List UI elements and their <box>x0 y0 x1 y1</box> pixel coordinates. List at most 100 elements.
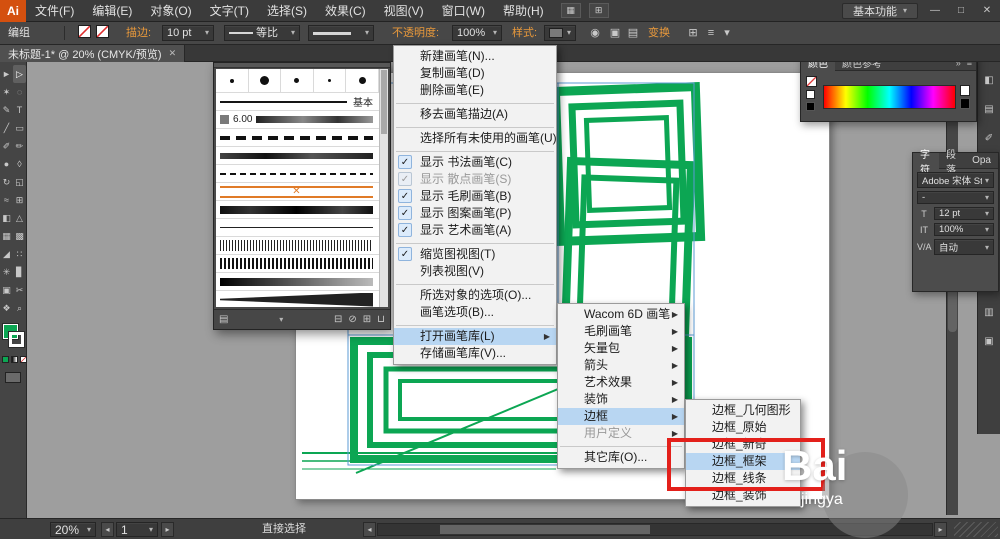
black-spectrum-swatch[interactable] <box>960 98 970 109</box>
white-spectrum-swatch[interactable] <box>960 85 970 96</box>
font-size-select[interactable]: 12 pt ▾ <box>934 207 994 220</box>
white-swatch[interactable] <box>806 90 815 99</box>
menu-item[interactable]: 矢量包 <box>558 340 684 357</box>
brush-item[interactable] <box>216 291 379 307</box>
recolor-artwork-icon[interactable]: ◉ <box>586 25 604 41</box>
opacity-select[interactable]: 100% ▾ <box>452 25 502 41</box>
brush-item[interactable] <box>216 129 379 147</box>
restore-button[interactable]: □ <box>952 3 970 18</box>
scroll-right-icon[interactable]: ▸ <box>934 522 947 537</box>
menu-item[interactable]: 显示 毛刷画笔(B) <box>394 188 556 205</box>
vertical-scale-select[interactable]: 100% ▾ <box>934 223 994 236</box>
transform-label[interactable]: 变换 <box>648 25 670 41</box>
artboards-panel-icon[interactable]: ▣ <box>981 333 997 349</box>
align-icon[interactable]: ⊞ <box>684 25 702 41</box>
brush-item-basic[interactable]: 基本 <box>216 93 379 111</box>
menu-item[interactable]: 选择所有未使用的画笔(U) <box>394 130 556 147</box>
menu-item[interactable]: 边框_原始 <box>686 419 800 436</box>
eyedropper-tool[interactable]: ◢ <box>0 245 13 263</box>
hand-tool[interactable]: ❖ <box>0 299 13 317</box>
mesh-tool[interactable]: ▦ <box>0 227 13 245</box>
graph-tool[interactable]: ▊ <box>13 263 26 281</box>
remove-brush-stroke-icon[interactable]: ⊘ <box>348 314 356 325</box>
magic-wand-tool[interactable]: ✶ <box>0 83 13 101</box>
brush-item[interactable] <box>216 201 379 219</box>
eraser-tool[interactable]: ◊ <box>13 155 26 173</box>
close-tab-icon[interactable]: ✕ <box>169 48 177 59</box>
stroke-color-well[interactable] <box>9 332 24 347</box>
document-setup-icon[interactable]: ▣ <box>606 25 624 41</box>
blend-tool[interactable]: ∷ <box>13 245 26 263</box>
direct-selection-tool[interactable]: ▷ <box>13 65 26 83</box>
menu-item[interactable]: 删除画笔(E) <box>394 82 556 99</box>
artboard-navigation-select[interactable]: 1 ▾ <box>116 522 158 537</box>
font-style-select[interactable]: - ▾ <box>917 191 994 204</box>
preferences-icon[interactable]: ▤ <box>624 25 642 41</box>
resize-grip[interactable] <box>954 522 998 537</box>
brush-item[interactable] <box>216 273 379 291</box>
zoom-level-select[interactable]: 20% ▾ <box>50 522 96 537</box>
calligraphic-brush-row[interactable] <box>216 69 379 93</box>
menu-item[interactable]: Wacom 6D 画笔 <box>558 306 684 323</box>
screen-mode-button[interactable] <box>5 372 21 383</box>
swatches-panel-icon[interactable]: ▤ <box>981 101 997 117</box>
tab-opentype[interactable]: Opa <box>965 153 998 169</box>
scale-tool[interactable]: ◱ <box>13 173 26 191</box>
workspace-switcher[interactable]: 基本功能 ▾ <box>841 2 918 19</box>
panel-drag-bar[interactable] <box>214 63 390 68</box>
rotate-tool[interactable]: ↻ <box>0 173 13 191</box>
menu-item[interactable]: 编辑(E) <box>83 0 141 22</box>
menu-item[interactable]: 视图(V) <box>375 0 433 22</box>
brush-definition-select[interactable]: ▾ <box>308 25 374 41</box>
next-artboard-icon[interactable]: ▸ <box>161 522 174 537</box>
paintbrush-tool[interactable]: ✐ <box>0 137 13 155</box>
menu-item[interactable]: 箭头 <box>558 357 684 374</box>
line-tool[interactable]: ╱ <box>0 119 13 137</box>
menu-item[interactable]: 新建画笔(N)... <box>394 48 556 65</box>
tab-paragraph[interactable]: 段落 <box>939 150 965 176</box>
brush-item[interactable] <box>216 237 379 255</box>
brushes-panel-icon[interactable]: ✐ <box>981 130 997 146</box>
menu-item[interactable]: 文字(T) <box>201 0 258 22</box>
document-tab[interactable]: 未标题-1* @ 20% (CMYK/预览) ✕ <box>0 45 186 62</box>
pencil-tool[interactable]: ✏ <box>13 137 26 155</box>
menu-item[interactable]: 帮助(H) <box>494 0 553 22</box>
opacity-label[interactable]: 不透明度: <box>392 25 439 41</box>
close-button[interactable]: ✕ <box>978 3 996 18</box>
none-swatch[interactable] <box>806 76 817 87</box>
perspective-grid-tool[interactable]: △ <box>13 209 26 227</box>
color-mode-gradient[interactable] <box>11 356 18 363</box>
shape-builder-tool[interactable]: ◧ <box>0 209 13 227</box>
slice-tool[interactable]: ✂ <box>13 281 26 299</box>
free-transform-tool[interactable]: ⊞ <box>13 191 26 209</box>
menu-item[interactable]: 缩览图视图(T) <box>394 246 556 263</box>
menu-item[interactable]: 艺术效果 <box>558 374 684 391</box>
menu-item[interactable]: 移去画笔描边(A) <box>394 106 556 123</box>
menu-item[interactable]: 文件(F) <box>26 0 83 22</box>
font-family-select[interactable]: Adobe 宋体 Std L ▾ <box>917 172 994 188</box>
chevron-down-icon[interactable]: ▾ <box>718 25 736 41</box>
scroll-left-icon[interactable]: ◂ <box>363 522 376 537</box>
delete-brush-icon[interactable]: ⊔ <box>377 314 385 325</box>
symbol-sprayer-tool[interactable]: ✳ <box>0 263 13 281</box>
brush-libraries-icon[interactable]: ▤ <box>219 314 228 325</box>
menu-item[interactable]: 边框 <box>558 408 684 425</box>
menu-item[interactable]: 效果(C) <box>316 0 375 22</box>
rectangle-tool[interactable]: ▭ <box>13 119 26 137</box>
black-swatch[interactable] <box>806 102 815 111</box>
brush-item-bristle[interactable]: 6.00 <box>216 111 379 129</box>
menu-item[interactable]: 显示 图案画笔(P) <box>394 205 556 222</box>
menu-item[interactable]: 窗口(W) <box>433 0 494 22</box>
layers-panel-icon[interactable]: ▥ <box>981 304 997 320</box>
style-label[interactable]: 样式: <box>512 25 537 41</box>
blob-brush-tool[interactable]: ● <box>0 155 13 173</box>
tab-character[interactable]: 字符 <box>913 150 940 176</box>
gradient-tool[interactable]: ▩ <box>13 227 26 245</box>
menu-item[interactable]: 对象(O) <box>141 0 200 22</box>
menu-item[interactable]: 选择(S) <box>258 0 316 22</box>
brush-item[interactable] <box>216 165 379 183</box>
menu-item[interactable]: 其它库(O)... <box>558 449 684 466</box>
color-mode-color[interactable] <box>2 356 9 363</box>
artboard-tool[interactable]: ▣ <box>0 281 13 299</box>
stroke-color-swatch[interactable] <box>96 25 109 38</box>
